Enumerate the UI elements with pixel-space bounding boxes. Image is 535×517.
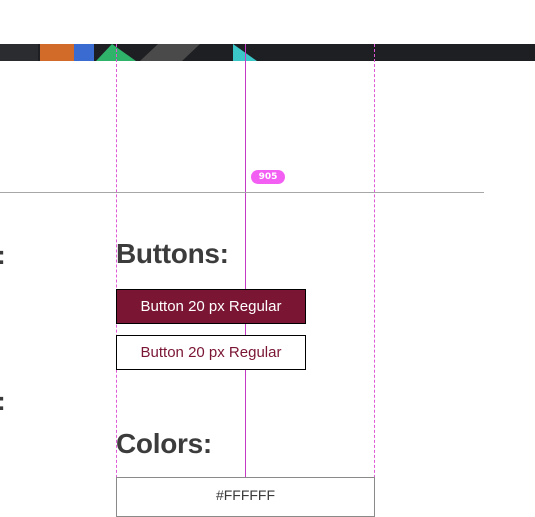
- hero-block: [140, 44, 200, 61]
- color-swatch-label: #FFFFFF: [215, 487, 276, 503]
- hero-image-strip: [0, 44, 535, 61]
- color-swatch-white: #FFFFFF: [116, 477, 375, 517]
- buttons-heading: Buttons:: [116, 238, 229, 269]
- layout-guide-center: [245, 44, 246, 508]
- hero-block: [0, 44, 38, 61]
- clipped-heading-fragment: :: [0, 240, 6, 271]
- primary-button[interactable]: Button 20 px Regular: [116, 289, 306, 324]
- outline-button[interactable]: Button 20 px Regular: [116, 335, 306, 370]
- clipped-heading-fragment: :: [0, 386, 6, 417]
- section-divider: [0, 192, 484, 193]
- hero-block: [74, 44, 94, 61]
- layout-guide-right: [374, 44, 375, 508]
- measurement-badge: 905: [251, 170, 285, 184]
- hero-block: [40, 44, 74, 61]
- colors-heading: Colors:: [116, 428, 212, 459]
